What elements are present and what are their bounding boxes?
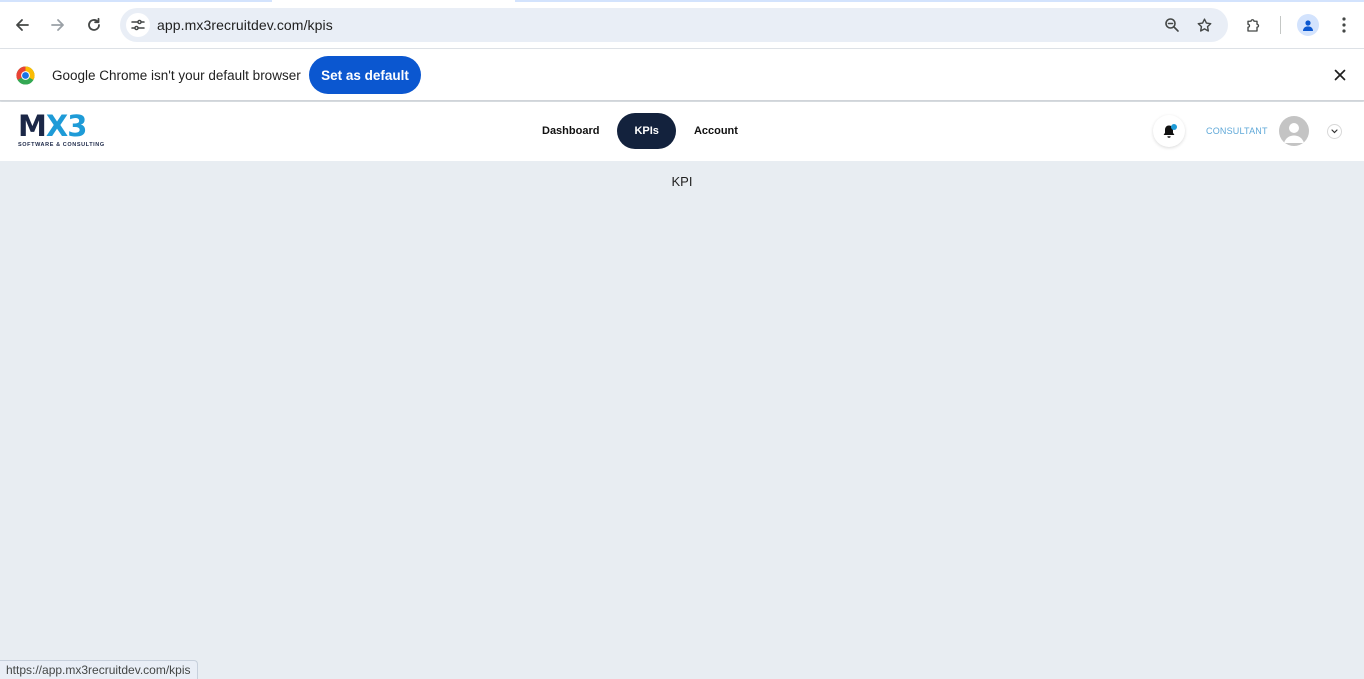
notification-dot [1171,124,1177,130]
user-menu-toggle[interactable] [1327,124,1342,139]
link-status-bubble: https://app.mx3recruitdev.com/kpis [0,660,198,679]
avatar-icon [1284,123,1304,143]
reload-icon [88,17,100,31]
forward-button[interactable] [42,9,74,41]
infobar-message: Google Chrome isn't your default browser [52,68,301,83]
browser-toolbar: app.mx3recruitdev.com/kpis [0,0,1364,49]
avatar[interactable] [1279,116,1309,146]
tabstrip-hint [515,0,1364,2]
close-icon [1334,69,1346,81]
toolbar-separator [1280,16,1281,34]
address-bar[interactable]: app.mx3recruitdev.com/kpis [120,8,1228,42]
chevron-down-icon [1331,129,1338,134]
zoom-icon [1165,18,1179,32]
notifications-button[interactable] [1153,115,1185,147]
page-title: KPI [671,174,693,189]
star-icon [1197,17,1211,32]
zoom-button[interactable] [1160,13,1184,37]
reload-button[interactable] [78,9,110,41]
nav-account[interactable]: Account [681,113,751,149]
bookmark-button[interactable] [1192,13,1216,37]
back-button[interactable] [6,9,38,41]
chrome-menu-button[interactable] [1329,10,1359,40]
chrome-logo-icon [16,66,35,85]
infobar-close-button[interactable] [1328,63,1352,87]
tune-icon [131,19,145,31]
set-default-button[interactable]: Set as default [309,56,421,94]
url-text[interactable]: app.mx3recruitdev.com/kpis [157,17,333,33]
nav-dashboard[interactable]: Dashboard [529,113,612,149]
logo-tagline: SOFTWARE & CONSULTING [18,142,105,148]
site-info-button[interactable] [126,13,150,37]
person-icon [1297,14,1319,36]
arrow-right-icon [51,19,64,31]
default-browser-infobar: Google Chrome isn't your default browser… [0,49,1364,101]
profile-button[interactable] [1293,10,1323,40]
main-nav: Dashboard KPIs Account [529,113,751,149]
puzzle-icon [1247,19,1260,32]
arrow-left-icon [16,19,29,31]
mx3-logo[interactable]: MX3 SOFTWARE & CONSULTING [18,111,110,151]
extensions-button[interactable] [1239,10,1269,40]
tabstrip-hint [0,0,272,2]
app-header: MX3 SOFTWARE & CONSULTING Dashboard KPIs… [0,102,1364,161]
kebab-menu-icon [1342,17,1346,33]
user-role: CONSULTANT [1206,126,1268,136]
nav-kpis[interactable]: KPIs [617,113,676,149]
logo-wordmark: MX3 [18,109,87,143]
